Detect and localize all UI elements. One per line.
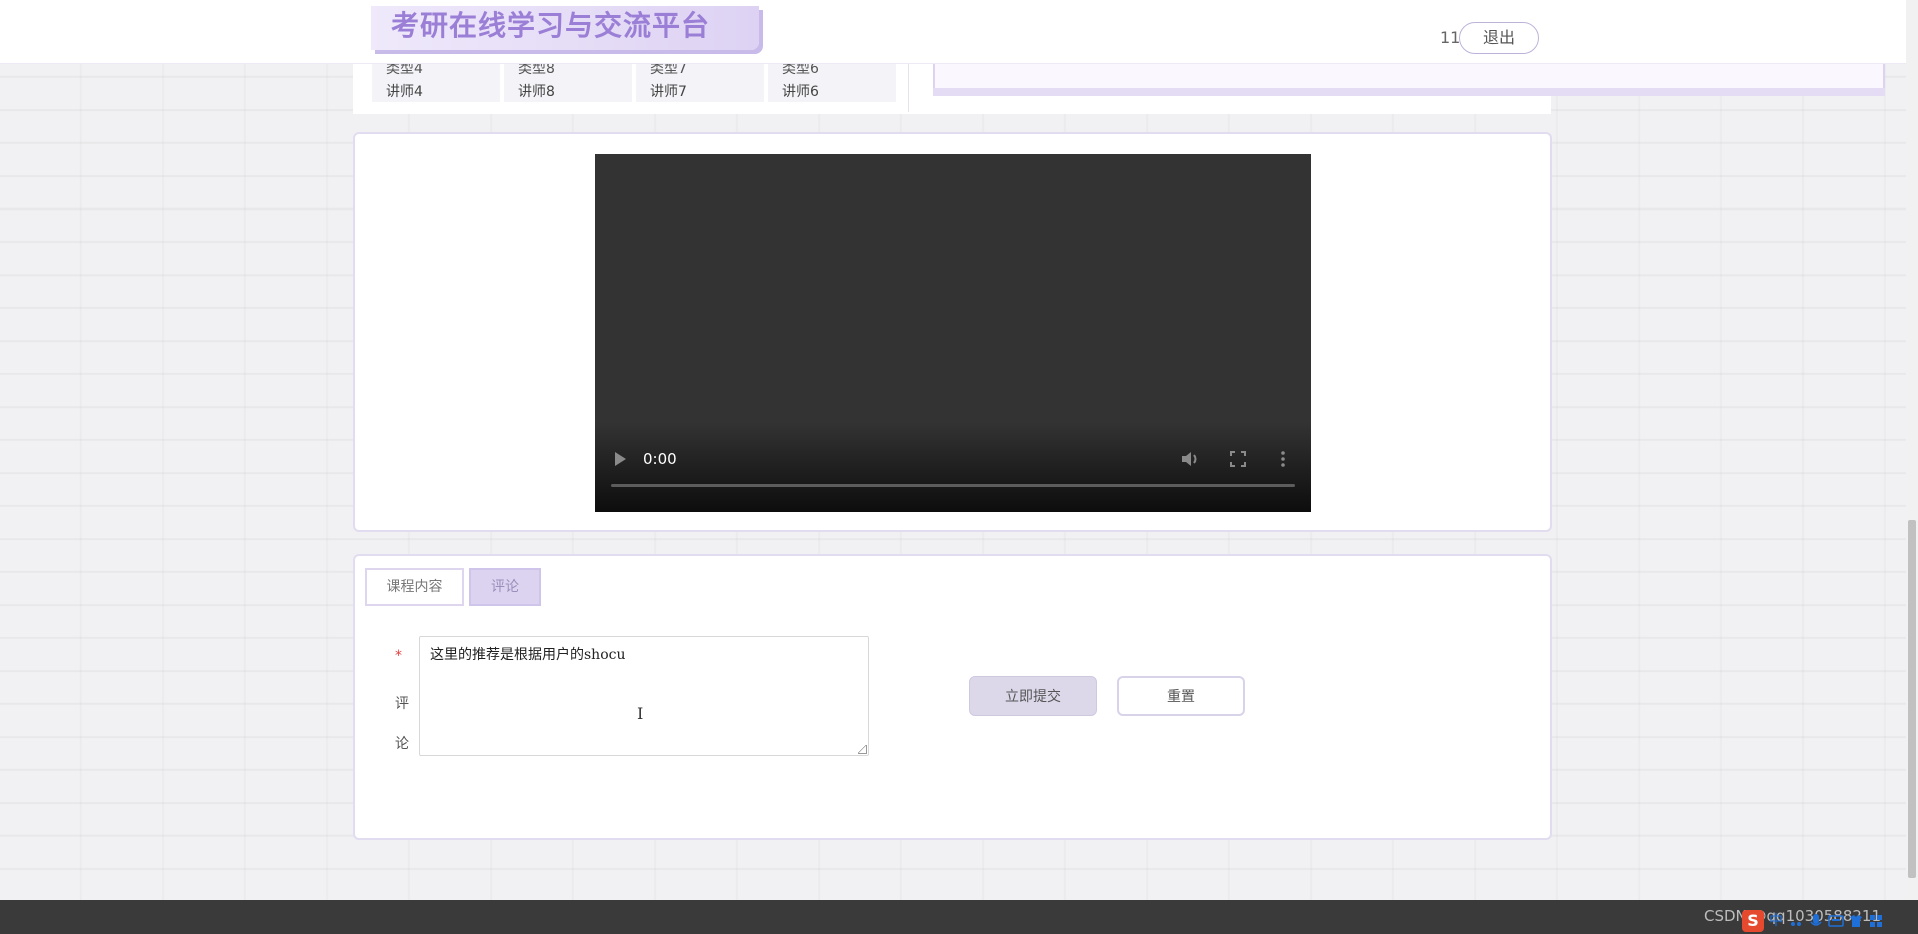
text-cursor-icon: I — [637, 704, 644, 723]
toolbox-icon[interactable] — [1868, 912, 1884, 930]
logout-button[interactable]: 退出 — [1459, 22, 1539, 54]
teacher-card[interactable]: 类型4 讲师4 — [372, 61, 500, 102]
comment-card: 课程内容 评论 * 评论 这里的推荐是根据用户的shocu I 立即提交 重置 — [353, 554, 1552, 840]
textarea-resize-handle[interactable] — [858, 745, 867, 754]
microphone-icon[interactable] — [1808, 912, 1824, 930]
panel-divider — [908, 64, 909, 112]
play-icon[interactable] — [615, 452, 626, 466]
comment-label: 评论 — [395, 696, 409, 752]
teacher-label: 讲师4 — [386, 84, 423, 100]
course-detail-box — [933, 64, 1885, 96]
teacher-card[interactable]: 类型6 讲师6 — [768, 61, 896, 102]
ime-mode-icon[interactable]: 中 — [1768, 912, 1784, 930]
comment-textarea[interactable]: 这里的推荐是根据用户的shocu — [419, 636, 869, 756]
tab-course-content[interactable]: 课程内容 — [365, 568, 464, 606]
site-logo[interactable]: 考研在线学习与交流平台 — [365, 0, 765, 50]
teacher-card[interactable]: 类型8 讲师8 — [504, 61, 632, 102]
scrollbar-thumb[interactable] — [1908, 520, 1916, 878]
top-bar: 考研在线学习与交流平台 11 退出 — [0, 0, 1906, 64]
punctuation-icon[interactable] — [1788, 912, 1804, 930]
keyboard-icon[interactable] — [1828, 912, 1844, 930]
username: 11 — [1440, 28, 1461, 47]
video-controls: 0:00 — [595, 422, 1311, 512]
teacher-card[interactable]: 类型7 讲师7 — [636, 61, 764, 102]
fullscreen-icon[interactable] — [1227, 448, 1249, 470]
teacher-label: 讲师8 — [518, 84, 555, 100]
video-progress-bar[interactable] — [611, 484, 1295, 487]
video-card: 0:00 — [353, 132, 1552, 532]
skin-icon[interactable] — [1848, 912, 1864, 930]
submit-button[interactable]: 立即提交 — [969, 676, 1097, 716]
teacher-label: 讲师7 — [650, 84, 687, 100]
page-scrollbar[interactable] — [1906, 0, 1918, 900]
reset-button[interactable]: 重置 — [1117, 676, 1245, 716]
more-icon[interactable] — [1272, 448, 1294, 470]
site-title: 考研在线学习与交流平台 — [391, 9, 711, 42]
video-time: 0:00 — [643, 450, 677, 468]
footer-bar: CSDN @qq1030588211 S 中 — [0, 900, 1918, 934]
mute-icon[interactable] — [1179, 448, 1201, 470]
ime-tray: S 中 — [1742, 910, 1918, 934]
course-info-panel: 类型4 讲师4 类型8 讲师8 类型7 讲师7 类型6 讲师6 — [353, 61, 1885, 114]
sogou-ime-icon[interactable]: S — [1742, 910, 1764, 932]
video-player[interactable]: 0:00 — [595, 154, 1311, 512]
tab-comment[interactable]: 评论 — [469, 568, 541, 606]
required-mark: * — [395, 648, 402, 664]
teacher-label: 讲师6 — [782, 84, 819, 100]
